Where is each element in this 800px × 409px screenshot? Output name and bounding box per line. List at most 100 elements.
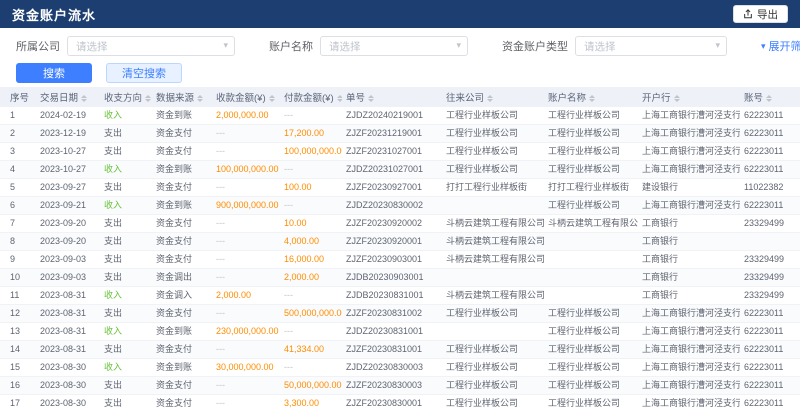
cell-account_name: 斗柄云建筑工程有限公司 <box>544 215 638 233</box>
cell-source: 资金调出 <box>152 269 212 287</box>
cell-receipt_amount: --- <box>212 341 280 359</box>
cell-no: 7 <box>0 215 36 233</box>
cell-account_name: 工程行业样板公司 <box>544 107 638 125</box>
column-header-account_name[interactable]: 账户名称 <box>544 87 638 107</box>
cell-payment_amount: 2,000.00 <box>280 269 342 287</box>
cell-receipt_amount: 100,000,000.00 <box>212 161 280 179</box>
column-header-source[interactable]: 数据来源 <box>152 87 212 107</box>
cell-direction: 支出 <box>100 179 152 197</box>
cell-no: 11 <box>0 287 36 305</box>
cell-bank: 上海工商银行漕河泾支行 <box>638 125 740 143</box>
table-row: 122023-08-31支出资金支付---500,000,000.00ZJZF2… <box>0 305 800 323</box>
cell-account_no: 62223011 <box>740 359 800 377</box>
cell-payment_amount: 100,000,000.00 <box>280 143 342 161</box>
column-label: 数据来源 <box>156 93 194 104</box>
cell-date: 2023-08-31 <box>36 323 100 341</box>
sort-icon[interactable] <box>145 95 151 103</box>
cell-no: 2 <box>0 125 36 143</box>
sort-icon[interactable] <box>337 95 342 103</box>
filter-account-type: 资金账户类型 请选择 ▾ <box>502 36 727 56</box>
sort-icon[interactable] <box>269 95 275 103</box>
column-header-direction[interactable]: 收支方向 <box>100 87 152 107</box>
column-label: 账号 <box>744 93 763 104</box>
column-header-order_no[interactable]: 单号 <box>342 87 442 107</box>
page-title: 资金账户流水 <box>12 5 96 24</box>
cell-bank: 工商银行 <box>638 269 740 287</box>
cell-source: 资金支付 <box>152 233 212 251</box>
filter-company: 所属公司 请选择 ▾ <box>16 36 235 56</box>
filter-label-account-name: 账户名称 <box>269 38 313 54</box>
export-button[interactable]: 导出 <box>733 5 788 23</box>
column-header-payment_amount[interactable]: 付款金额(¥) <box>280 87 342 107</box>
chevron-down-icon: ▾ <box>223 40 228 51</box>
cell-receipt_amount: 30,000,000.00 <box>212 359 280 377</box>
cell-direction: 支出 <box>100 233 152 251</box>
table-row: 142023-08-31支出资金支付---41,334.00ZJZF202308… <box>0 341 800 359</box>
cell-account_name <box>544 233 638 251</box>
sort-icon[interactable] <box>766 95 772 103</box>
table-row: 62023-09-21收入资金到账900,000,000.00---ZJDZ20… <box>0 197 800 215</box>
cell-direction: 收入 <box>100 161 152 179</box>
account-name-select[interactable]: 请选择 ▾ <box>320 36 468 56</box>
cell-receipt_amount: --- <box>212 395 280 409</box>
column-header-counterparty[interactable]: 往来公司 <box>442 87 544 107</box>
cell-account_name: 工程行业样板公司 <box>544 323 638 341</box>
cell-account_no: 62223011 <box>740 305 800 323</box>
cell-receipt_amount: --- <box>212 269 280 287</box>
filter-account-name: 账户名称 请选择 ▾ <box>269 36 468 56</box>
table-row: 52023-09-27支出资金支付---100.00ZJZF2023092700… <box>0 179 800 197</box>
cell-source: 资金支付 <box>152 395 212 409</box>
sort-icon[interactable] <box>674 95 680 103</box>
cell-source: 资金支付 <box>152 377 212 395</box>
account-type-select[interactable]: 请选择 ▾ <box>575 36 727 56</box>
cell-payment_amount: 17,200.00 <box>280 125 342 143</box>
column-header-bank[interactable]: 开户行 <box>638 87 740 107</box>
cell-receipt_amount: --- <box>212 305 280 323</box>
cell-date: 2023-08-30 <box>36 359 100 377</box>
cell-account_name: 工程行业样板公司 <box>544 395 638 409</box>
cell-source: 资金到账 <box>152 323 212 341</box>
cell-no: 17 <box>0 395 36 409</box>
cell-account_no <box>740 233 800 251</box>
cell-bank: 工商银行 <box>638 251 740 269</box>
cell-receipt_amount: --- <box>212 179 280 197</box>
cell-bank: 上海工商银行漕河泾支行 <box>638 305 740 323</box>
column-header-receipt_amount[interactable]: 收款金额(¥) <box>212 87 280 107</box>
cell-payment_amount: --- <box>280 107 342 125</box>
cell-payment_amount: 10.00 <box>280 215 342 233</box>
cell-bank: 上海工商银行漕河泾支行 <box>638 161 740 179</box>
cell-direction: 支出 <box>100 143 152 161</box>
cell-date: 2023-08-31 <box>36 287 100 305</box>
cell-counterparty: 工程行业样板公司 <box>442 161 544 179</box>
cell-receipt_amount: 230,000,000.00 <box>212 323 280 341</box>
cell-date: 2023-10-27 <box>36 143 100 161</box>
column-header-date[interactable]: 交易日期 <box>36 87 100 107</box>
sort-icon[interactable] <box>487 95 493 103</box>
sort-icon[interactable] <box>197 95 203 103</box>
sort-icon[interactable] <box>368 95 374 103</box>
search-button[interactable]: 搜索 <box>16 63 92 83</box>
cell-account_no: 62223011 <box>740 197 800 215</box>
cell-account_no: 62223011 <box>740 107 800 125</box>
export-icon <box>743 9 753 19</box>
cell-direction: 支出 <box>100 125 152 143</box>
cell-account_name: 工程行业样板公司 <box>544 125 638 143</box>
page-header: 资金账户流水 导出 <box>0 0 800 28</box>
company-select[interactable]: 请选择 ▾ <box>67 36 235 56</box>
expand-filters-link[interactable]: ▾ 展开筛选 <box>761 38 800 54</box>
select-placeholder: 请选择 <box>584 39 616 54</box>
cell-account_no: 62223011 <box>740 377 800 395</box>
column-header-account_no[interactable]: 账号 <box>740 87 800 107</box>
cell-no: 1 <box>0 107 36 125</box>
sort-icon[interactable] <box>81 95 87 103</box>
sort-icon[interactable] <box>589 95 595 103</box>
cell-date: 2023-09-27 <box>36 179 100 197</box>
cell-payment_amount: --- <box>280 161 342 179</box>
cell-receipt_amount: --- <box>212 143 280 161</box>
cell-account_no: 23329499 <box>740 215 800 233</box>
cell-source: 资金到账 <box>152 161 212 179</box>
clear-search-button[interactable]: 清空搜索 <box>106 63 182 83</box>
cell-bank: 上海工商银行漕河泾支行 <box>638 323 740 341</box>
cell-account_no: 11022382 <box>740 179 800 197</box>
cell-order_no: ZJDZ20230830003 <box>342 359 442 377</box>
